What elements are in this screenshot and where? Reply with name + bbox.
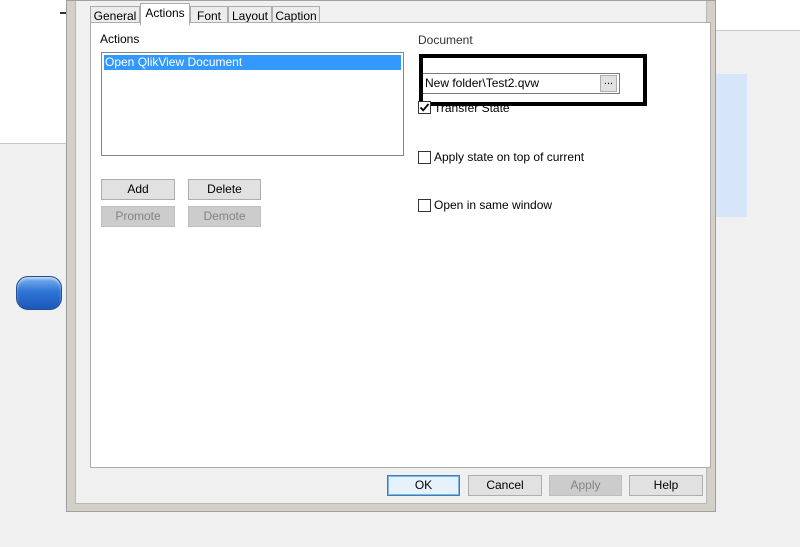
dialog-content: General Actions Font Layout Caption Acti… xyxy=(75,1,711,504)
help-button[interactable]: Help xyxy=(629,475,703,496)
background-panel-right xyxy=(716,0,800,31)
actions-tab-page: Actions Open QlikView Document Add Delet… xyxy=(90,22,711,468)
same-window-label: Open in same window xyxy=(434,198,553,212)
transfer-state-checkbox[interactable] xyxy=(418,101,431,114)
background-selection-area xyxy=(716,74,747,217)
actions-label: Actions xyxy=(100,32,140,46)
actions-listbox[interactable]: Open QlikView Document xyxy=(101,52,404,156)
apply-state-checkbox[interactable] xyxy=(418,151,431,164)
button-object-shape[interactable] xyxy=(16,276,62,310)
document-label: Document xyxy=(418,33,473,47)
tab-actions[interactable]: Actions xyxy=(140,3,190,25)
demote-button[interactable]: Demote xyxy=(188,206,261,227)
transfer-state-label: Transfer State xyxy=(434,101,510,115)
promote-button[interactable]: Promote xyxy=(101,206,175,227)
apply-state-label: Apply state on top of current xyxy=(434,150,585,164)
highlight-annotation-box xyxy=(419,54,647,106)
add-button[interactable]: Add xyxy=(101,179,175,200)
cancel-button[interactable]: Cancel xyxy=(468,475,542,496)
checkmark-icon xyxy=(419,103,430,112)
apply-button[interactable]: Apply xyxy=(549,475,622,496)
list-item[interactable]: Open QlikView Document xyxy=(104,55,401,70)
same-window-checkbox[interactable] xyxy=(418,199,431,212)
background-panel xyxy=(0,0,70,144)
delete-button[interactable]: Delete xyxy=(188,179,261,200)
ok-button[interactable]: OK xyxy=(387,475,460,496)
properties-dialog: General Actions Font Layout Caption Acti… xyxy=(66,0,716,512)
